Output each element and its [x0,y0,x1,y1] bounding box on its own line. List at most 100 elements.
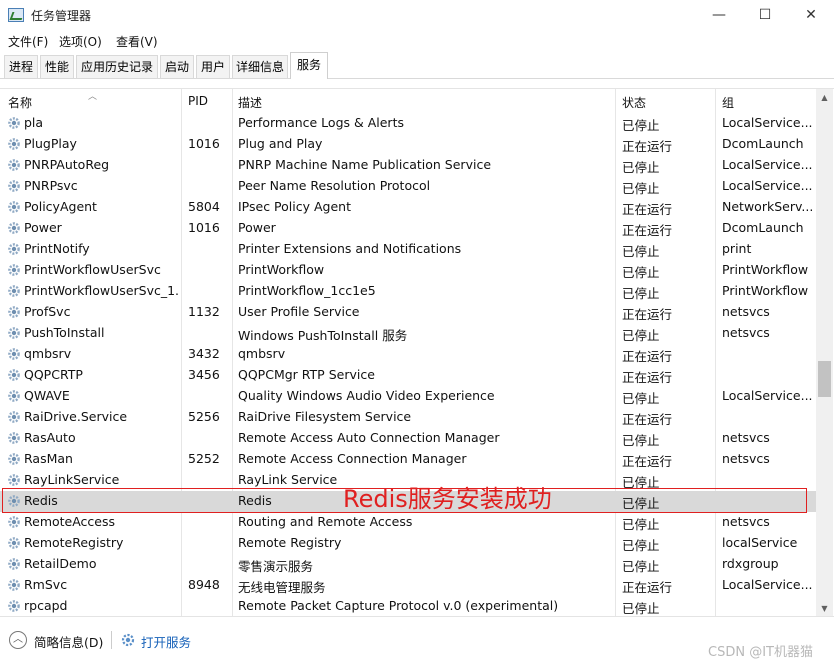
service-row[interactable]: PrintWorkflowUserSvc PrintWorkflow 已停止 Prin… [0,260,816,281]
service-row[interactable]: PNRPAutoReg PNRP Machine Name Publication… [0,155,816,176]
service-row[interactable]: PlugPlay 1016 Plug and Play 正在运行 DcomLaunch [0,134,816,155]
service-row[interactable]: RetailDemo 零售演示服务 已停止 rdxgroup [0,554,816,575]
service-row[interactable]: RemoteAccess Routing and Remote Access 已停止… [0,512,816,533]
fewer-details-link[interactable]: 简略信息(D) [34,632,103,651]
service-group: netsvcs [722,451,770,466]
tab-services[interactable]: 服务 [290,52,328,79]
service-row[interactable]: RasAuto Remote Access Auto Connection Man… [0,428,816,449]
service-status: 已停止 [622,328,660,343]
column-description[interactable]: 描述 [238,94,262,111]
service-gear-icon [8,579,20,591]
service-status: 正在运行 [622,139,673,154]
service-description: 无线电管理服务 [238,580,326,595]
scroll-down-icon[interactable]: ▼ [816,600,833,617]
annotation-text: Redis服务安装成功 [343,485,552,513]
service-status: 已停止 [622,244,660,259]
tab-details[interactable]: 详细信息 [232,55,288,78]
menu-file[interactable]: 文件(F) [8,33,48,50]
service-row[interactable]: PrintNotify Printer Extensions and Notifi… [0,239,816,260]
service-row[interactable]: PNRPsvc Peer Name Resolution Protocol 已停止 L… [0,176,816,197]
service-row[interactable]: PushToInstall Windows PushToInstall 服务 已停止… [0,323,816,344]
service-gear-icon [8,348,20,360]
open-services-link[interactable]: 打开服务 [141,632,191,651]
service-name: pla [24,115,44,130]
close-button[interactable]: ✕ [788,0,834,30]
service-description: RaiDrive Filesystem Service [238,409,412,424]
service-name: PlugPlay [24,136,77,151]
tab-startup[interactable]: 启动 [160,55,194,78]
service-status: 已停止 [622,601,660,616]
service-gear-icon [8,537,20,549]
service-row[interactable]: ProfSvc 1132 User Profile Service 正在运行 netsv… [0,302,816,323]
service-pid: 1016 [188,220,220,235]
scroll-up-icon[interactable]: ▲ [816,89,833,106]
service-row[interactable]: PolicyAgent 5804 IPsec Policy Agent 正在运行 Net… [0,197,816,218]
service-group: NetworkServ... [722,199,812,214]
service-group: netsvcs [722,514,770,529]
service-row[interactable]: RmSvc 8948 无线电管理服务 正在运行 LocalService... [0,575,816,596]
service-row[interactable]: rpcapd Remote Packet Capture Protocol v.0… [0,596,816,617]
service-status: 已停止 [622,517,660,532]
service-gear-icon [8,474,20,486]
service-description: PrintWorkflow_1cc1e5 [238,283,376,298]
tab-users[interactable]: 用户 [196,55,230,78]
tab-bar: 进程 性能 应用历史记录 启动 用户 详细信息 服务 [0,52,834,79]
service-description: Windows PushToInstall 服务 [238,328,408,343]
menu-options[interactable]: 选项(O) [59,33,102,50]
service-row[interactable]: RemoteRegistry Remote Registry 已停止 localSer… [0,533,816,554]
service-name: PushToInstall [24,325,105,340]
maximize-button[interactable]: ☐ [742,0,788,30]
service-group: netsvcs [722,304,770,319]
column-status[interactable]: 状态 [622,94,646,111]
scrollbar-thumb[interactable] [818,361,831,397]
service-group: netsvcs [722,430,770,445]
tab-app-history[interactable]: 应用历史记录 [76,55,158,78]
column-name[interactable]: 名称 [8,94,32,111]
service-name: RetailDemo [24,556,97,571]
service-row[interactable]: Power 1016 Power 正在运行 DcomLaunch [0,218,816,239]
tab-processes[interactable]: 进程 [4,55,38,78]
menu-view[interactable]: 查看(V) [116,33,158,50]
service-row[interactable]: QQPCRTP 3456 QQPCMgr RTP Service 正在运行 [0,365,816,386]
service-row[interactable]: RasMan 5252 Remote Access Connection Manag… [0,449,816,470]
service-status: 正在运行 [622,202,673,217]
service-description: PNRP Machine Name Publication Service [238,157,492,172]
service-status: 已停止 [622,433,660,448]
service-description: Printer Extensions and Notifications [238,241,462,256]
service-group: LocalService... [722,115,812,130]
service-row[interactable]: pla Performance Logs & Alerts 已停止 LocalServ… [0,113,816,134]
minimize-button[interactable]: — [696,0,742,30]
service-description: Routing and Remote Access [238,514,413,529]
service-row[interactable]: PrintWorkflowUserSvc_1... PrintWorkflow_1… [0,281,816,302]
service-description: Peer Name Resolution Protocol [238,178,431,193]
service-status: 正在运行 [622,349,673,364]
collapse-chevron-icon[interactable]: ︿ [9,631,27,649]
service-group: PrintWorkflow [722,262,809,277]
service-pid: 5804 [188,199,220,214]
service-status: 已停止 [622,286,660,301]
service-gear-icon [8,159,20,171]
service-description: Remote Access Connection Manager [238,451,467,466]
service-pid: 3456 [188,367,220,382]
service-status: 正在运行 [622,370,673,385]
service-description: User Profile Service [238,304,360,319]
service-status: 正在运行 [622,223,673,238]
vertical-scrollbar[interactable]: ▲ ▼ [816,89,833,617]
column-pid[interactable]: PID [188,94,208,108]
service-row[interactable]: QWAVE Quality Windows Audio Video Experie… [0,386,816,407]
service-group: localService [722,535,798,550]
window-title: 任务管理器 [31,9,92,23]
service-name: Power [24,220,62,235]
service-gear-icon [8,432,20,444]
service-row[interactable]: RaiDrive.Service 5256 RaiDrive Filesystem … [0,407,816,428]
service-pid: 1132 [188,304,220,319]
tab-performance[interactable]: 性能 [40,55,74,78]
column-group[interactable]: 组 [722,94,734,111]
service-row[interactable]: qmbsrv 3432 qmbsrv 正在运行 [0,344,816,365]
service-description: Remote Access Auto Connection Manager [238,430,500,445]
service-group: LocalService... [722,178,812,193]
service-name: RayLinkService [24,472,120,487]
service-name: QQPCRTP [24,367,83,382]
footer-divider [111,631,112,649]
service-gear-icon [8,264,20,276]
